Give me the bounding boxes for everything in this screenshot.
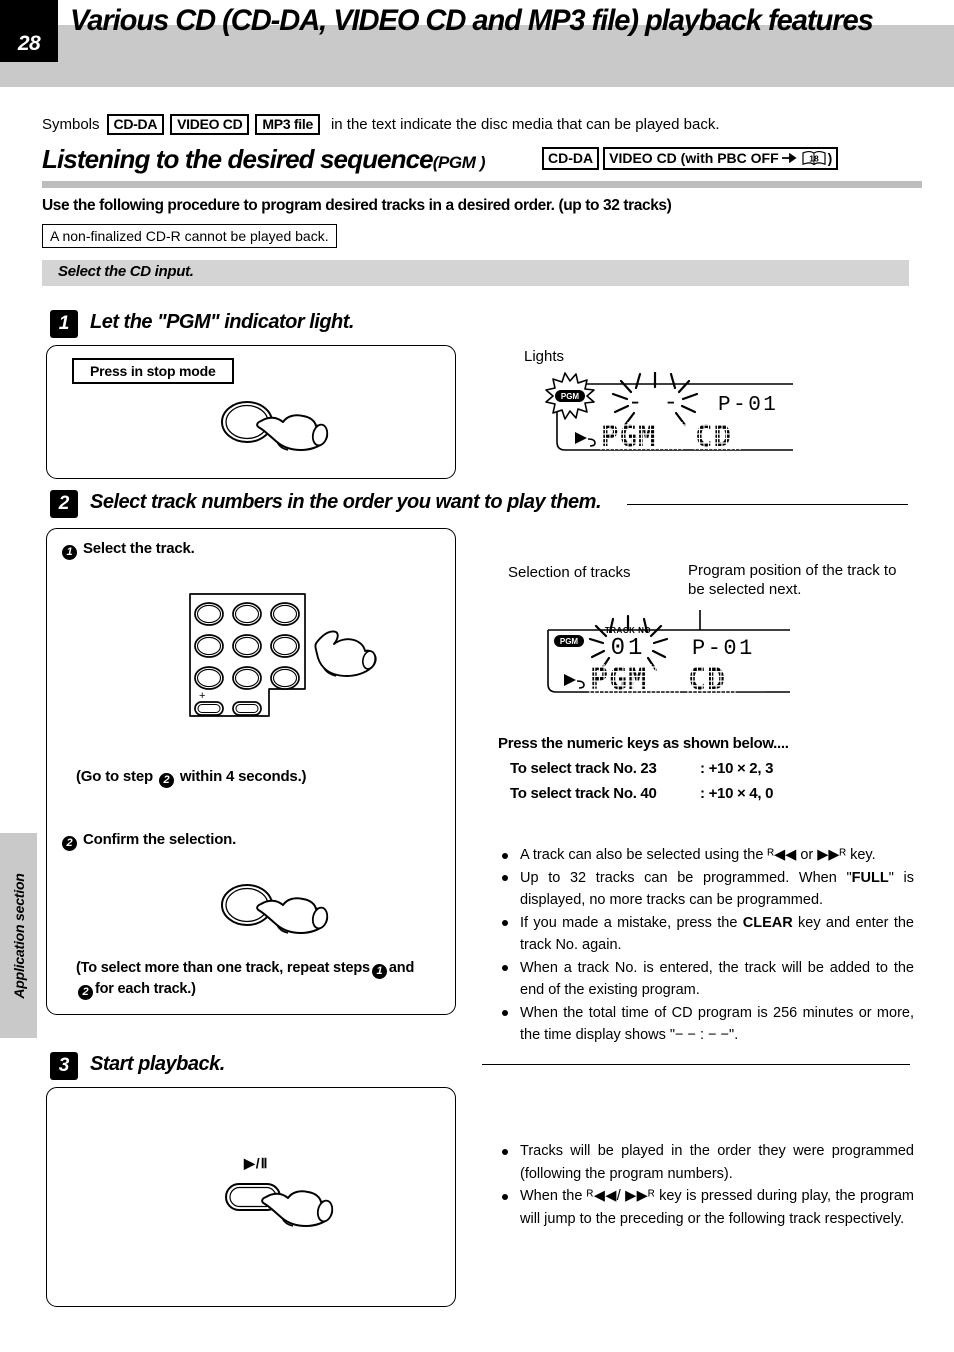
- symbols-pretext: Symbols: [42, 115, 100, 133]
- arrow-right-icon: [781, 150, 798, 167]
- svg-text:PGM: PGM: [561, 392, 580, 401]
- step-2-notes-list: A track can also be selected using the ᴿ…: [498, 844, 914, 1047]
- application-section-tab: Application section: [0, 833, 37, 1038]
- sub2-note-mid: and: [388, 960, 415, 976]
- step-3-label: Start playback.: [90, 1053, 225, 1075]
- numeric-keys-row-1-right: : +10 × 2, 3: [700, 760, 774, 777]
- intro-text: Use the following procedure to program d…: [42, 197, 672, 214]
- svg-text:- -: - -: [628, 390, 681, 416]
- page-number: 28: [17, 32, 41, 55]
- numeric-keys-heading: Press the numeric keys as shown below...…: [498, 735, 789, 752]
- badge-mp3-file: MP3 file: [255, 113, 320, 135]
- symbols-posttext: in the text indicate the disc media that…: [330, 115, 720, 133]
- step-3-number: 3: [50, 1052, 78, 1080]
- step-1-label: Let the "PGM" indicator light.: [90, 311, 354, 333]
- step-2-sub1-label: 1 Select the track.: [60, 540, 195, 560]
- svg-text:PGM: PGM: [560, 637, 579, 646]
- note-item: If you made a mistake, press the CLEAR k…: [498, 912, 914, 957]
- svg-text:TRACK NO: TRACK NO: [605, 626, 651, 635]
- media-badge-video-cd-text: VIDEO CD (with PBC OFF: [609, 150, 779, 166]
- step-2-sub2-label: 2 Confirm the selection.: [60, 831, 236, 851]
- section-title-row: Listening to the desired sequence(PGM ) …: [42, 144, 922, 178]
- step-2-hand-press-illustration: [215, 878, 345, 943]
- page-title: Various CD (CD-DA, VIDEO CD and MP3 file…: [70, 4, 874, 37]
- select-cd-input-label: Select the CD input.: [58, 263, 194, 280]
- step-2-rule: [627, 504, 908, 505]
- step-3-rule: [482, 1064, 910, 1065]
- note-item: When the total time of CD program is 256…: [498, 1002, 914, 1047]
- display-2-caption-right: Program position of the track to be sele…: [688, 562, 897, 598]
- svg-text:18: 18: [809, 153, 819, 163]
- section-title-text: Listening to the desired sequence: [42, 144, 434, 174]
- step-2-number: 2: [50, 490, 78, 518]
- display-2-lcd: PGM TRACK NO 01 P-01 PGM CD: [540, 608, 840, 700]
- display-1-lcd: PGM - - P-01 PGM CD: [535, 370, 805, 457]
- numeric-keypad-illustration: +: [186, 588, 386, 733]
- sub-step-2-badge: 2: [62, 836, 77, 851]
- numeric-keys-instructions: Press the numeric keys as shown below...…: [498, 731, 918, 806]
- symbols-legend: Symbols CD-DA VIDEO CD MP3 file in the t…: [42, 113, 922, 135]
- note-item: When the ᴿ◀◀/ ▶▶ᴿ key is pressed during …: [498, 1185, 914, 1230]
- badge-cd-da: CD-DA: [106, 113, 165, 135]
- svg-text:P-01: P-01: [718, 394, 778, 417]
- svg-text:P-01: P-01: [692, 636, 755, 661]
- step-3-hand-press-illustration: [220, 1175, 350, 1237]
- step-1-hand-press-illustration: [215, 395, 345, 460]
- sub2-note-badge-1: 1: [371, 964, 387, 979]
- media-badge-cd-da: CD-DA: [542, 147, 600, 170]
- step-1-number: 1: [50, 310, 78, 338]
- step-3-notes-list: Tracks will be played in the order they …: [498, 1140, 914, 1230]
- badge-video-cd: VIDEO CD: [170, 113, 250, 135]
- application-section-tab-label: Application section: [10, 872, 27, 999]
- note-item: When a track No. is entered, the track w…: [498, 957, 914, 1002]
- book-page-ref-icon: 18: [801, 150, 827, 167]
- svg-text:+: +: [199, 690, 205, 702]
- section-divider-rule: [42, 181, 922, 188]
- numeric-keys-row-2-left: To select track No. 40: [510, 785, 657, 802]
- display-1-caption: Lights: [524, 348, 565, 365]
- sub2-note-badge-2: 2: [78, 985, 93, 1000]
- numeric-keys-row-1: To select track No. 23 : +10 × 2, 3: [498, 756, 918, 781]
- section-title: Listening to the desired sequence(PGM ): [42, 144, 485, 175]
- sub2-note-post: for each track.): [95, 981, 196, 997]
- sub-step-1-text: Select the track.: [82, 540, 195, 557]
- media-badge-video-cd-close: ): [827, 150, 833, 166]
- sub1-note-pre: (Go to step: [76, 768, 153, 785]
- sub2-note-pre: (To select more than one track, repeat s…: [76, 960, 370, 976]
- media-badge-video-cd: VIDEO CD (with PBC OFF 18 ): [603, 147, 839, 170]
- sub-step-2-text: Confirm the selection.: [82, 831, 237, 848]
- note-item: Tracks will be played in the order they …: [498, 1140, 914, 1185]
- note-item: Up to 32 tracks can be programmed. When …: [498, 867, 914, 912]
- play-pause-label: ▶/Ⅱ: [244, 1155, 269, 1171]
- step-2-sub1-note: (Go to step 2 within 4 seconds.): [76, 768, 307, 788]
- section-media-badges: CD-DA VIDEO CD (with PBC OFF 18 ): [542, 147, 842, 170]
- cdr-note-box: A non-finalized CD-R cannot be played ba…: [42, 224, 337, 248]
- display-2-caption-left: Selection of tracks: [508, 564, 631, 581]
- sub1-note-post: within 4 seconds.): [179, 768, 307, 785]
- note-item: A track can also be selected using the ᴿ…: [498, 844, 914, 867]
- step-2-label: Select track numbers in the order you wa…: [90, 491, 602, 513]
- step-2-sub2-note: (To select more than one track, repeat s…: [76, 958, 448, 1000]
- numeric-keys-row-1-left: To select track No. 23: [510, 760, 657, 777]
- numeric-keys-row-2: To select track No. 40 : +10 × 4, 0: [498, 781, 918, 806]
- sub1-note-badge: 2: [158, 773, 174, 788]
- svg-text:01: 01: [611, 635, 646, 662]
- numeric-keys-row-2-right: : +10 × 4, 0: [700, 785, 774, 802]
- sub-step-1-badge: 1: [62, 545, 77, 560]
- press-in-stop-mode-badge: Press in stop mode: [72, 358, 234, 384]
- section-title-suffix: (PGM ): [432, 153, 486, 172]
